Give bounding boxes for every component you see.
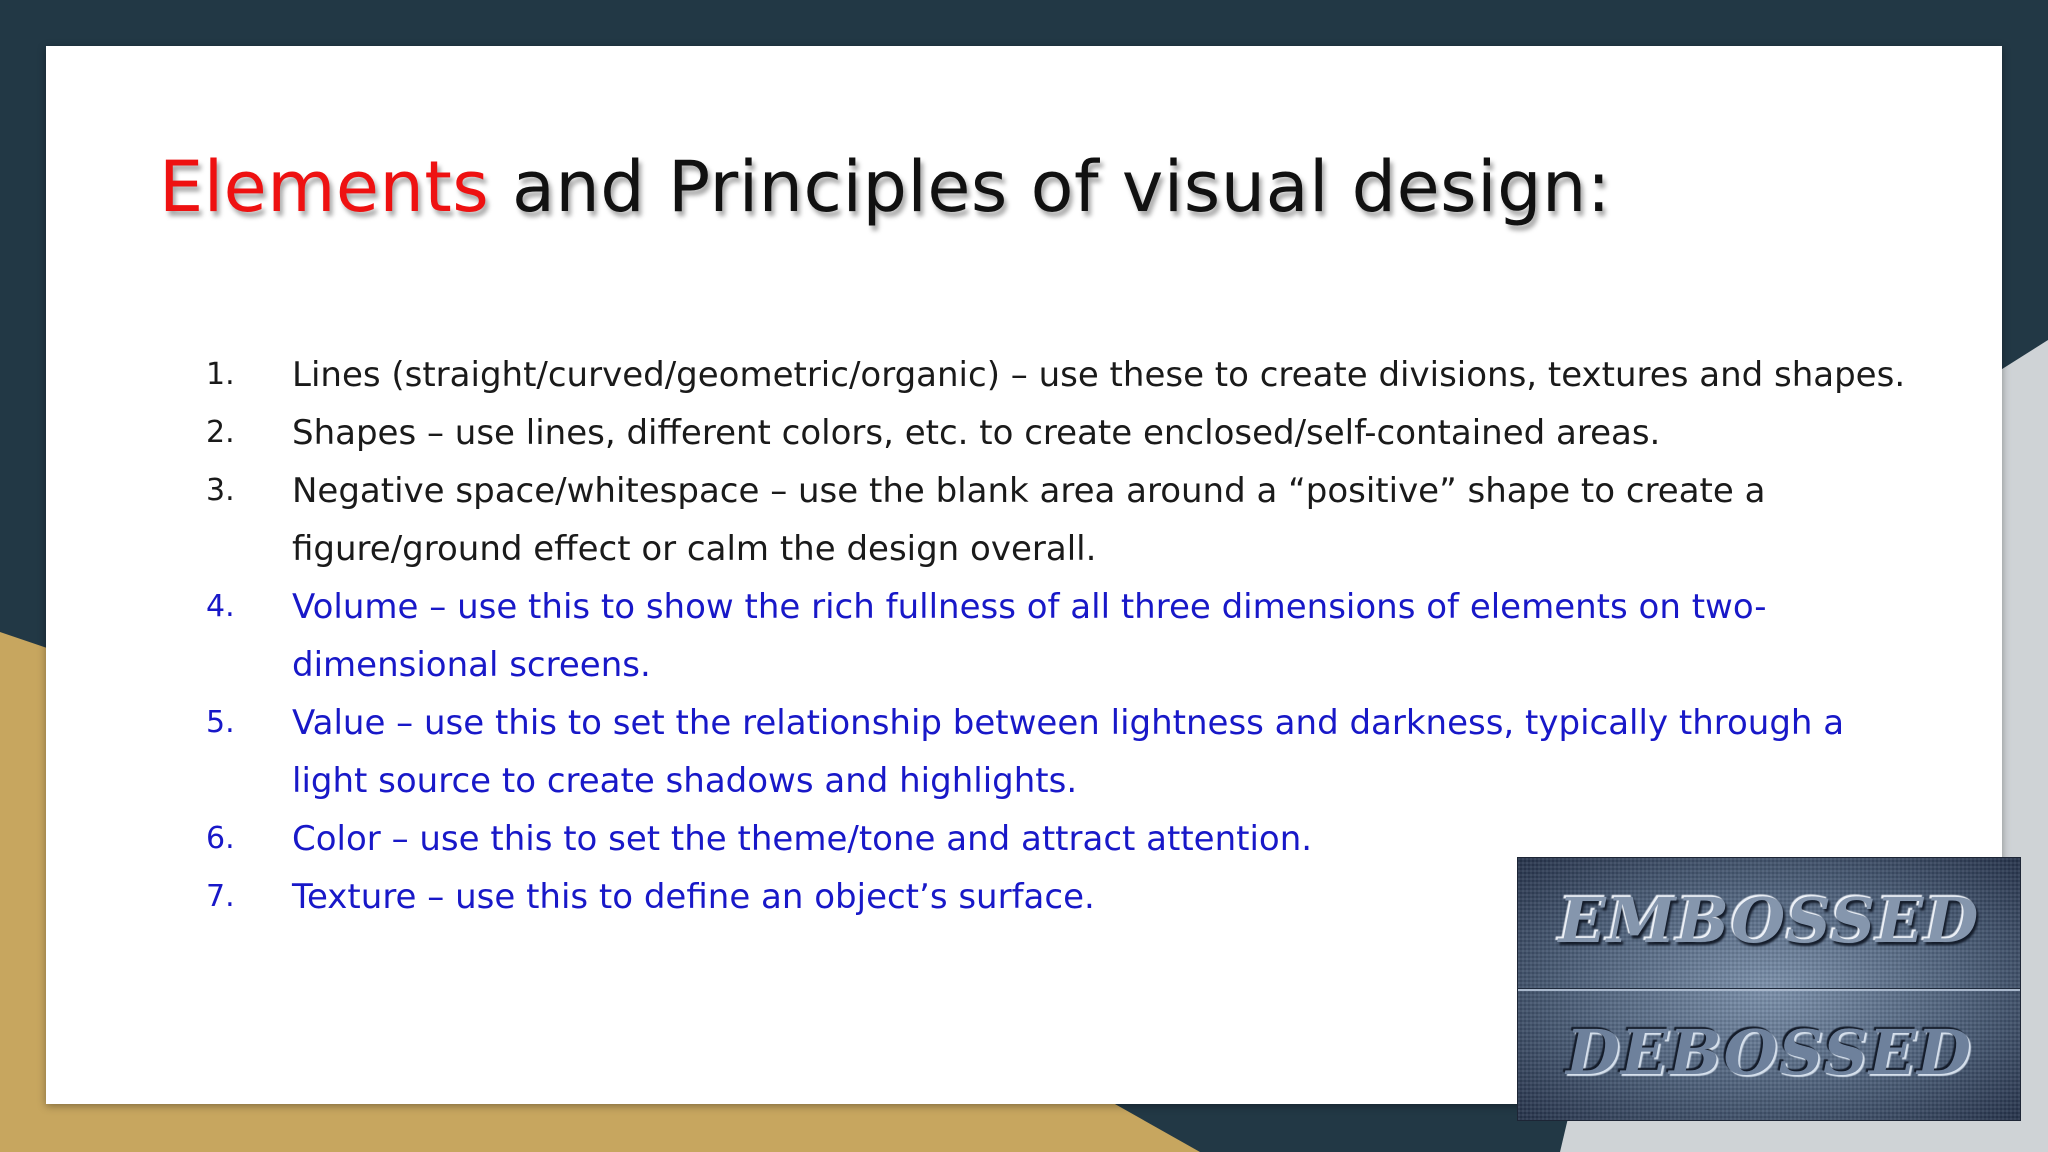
list-item-number: 4. (206, 589, 235, 624)
list-item-number: 5. (206, 705, 235, 740)
title-accent-word: Elements (159, 146, 490, 228)
list-item-text: Value – use this to set the relationship… (292, 703, 1845, 801)
embossed-text: EMBOSSED (1558, 884, 1980, 957)
list-item: 4. Volume – use this to show the rich fu… (206, 578, 1926, 694)
principles-list: 1. Lines (straight/curved/geometric/orga… (206, 346, 1926, 926)
image-divider (1518, 988, 2020, 991)
list-item: 1. Lines (straight/curved/geometric/orga… (206, 346, 1926, 404)
list-item-text: Shapes – use lines, different colors, et… (292, 413, 1661, 453)
debossed-text: DEBOSSED (1566, 1016, 1972, 1089)
list-item: 5. Value – use this to set the relations… (206, 694, 1926, 810)
list-item-number: 6. (206, 821, 235, 856)
slide-title: Elements and Principles of visual design… (159, 144, 1611, 232)
title-rest: and Principles of visual design: (489, 146, 1611, 228)
list-item: 3. Negative space/whitespace – use the b… (206, 462, 1926, 578)
list-item: 2. Shapes – use lines, different colors,… (206, 404, 1926, 462)
list-item-number: 1. (206, 357, 235, 392)
list-item-number: 7. (206, 879, 235, 914)
list-item-text: Lines (straight/curved/geometric/organic… (292, 355, 1906, 395)
list-item-text: Volume – use this to show the rich fulln… (292, 587, 1767, 685)
embossed-debossed-image: EMBOSSED DEBOSSED (1518, 858, 2020, 1120)
list-item-text: Negative space/whitespace – use the blan… (292, 471, 1766, 569)
list-item-number: 2. (206, 415, 235, 450)
list-item-number: 3. (206, 473, 235, 508)
